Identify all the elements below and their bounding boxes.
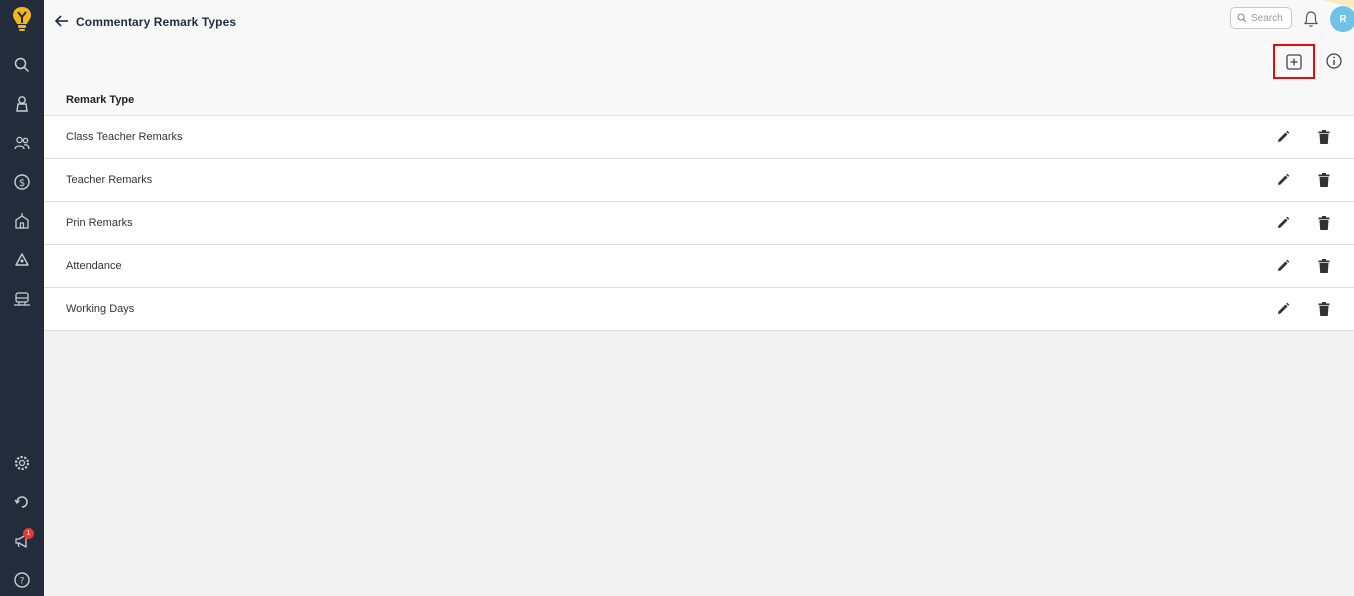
search-input[interactable] bbox=[1251, 12, 1291, 24]
dollar-icon[interactable]: $ bbox=[9, 169, 35, 195]
svg-text:$: $ bbox=[19, 178, 25, 189]
edit-pencil-icon[interactable] bbox=[1275, 258, 1291, 274]
help-icon[interactable]: ? bbox=[9, 567, 35, 593]
remark-type-label: Teacher Remarks bbox=[66, 174, 153, 186]
bell-icon[interactable] bbox=[1303, 10, 1319, 28]
page-title: Commentary Remark Types bbox=[76, 15, 237, 29]
svg-text:?: ? bbox=[20, 577, 25, 587]
search-box[interactable] bbox=[1230, 7, 1292, 29]
delete-trash-icon[interactable] bbox=[1317, 172, 1331, 188]
notification-badge: 1 bbox=[23, 528, 34, 539]
delete-trash-icon[interactable] bbox=[1317, 258, 1331, 274]
remark-type-label: Prin Remarks bbox=[66, 217, 133, 229]
remark-types-table: Remark Type Class Teacher Remarks Teache… bbox=[44, 84, 1354, 331]
recycle-icon[interactable] bbox=[9, 247, 35, 273]
column-header-remark-type: Remark Type bbox=[44, 84, 1354, 116]
search-icon bbox=[1237, 13, 1247, 23]
top-header: Commentary Remark Types R bbox=[44, 0, 1354, 44]
people-icon[interactable] bbox=[9, 130, 35, 156]
sidebar: $ 1 ? bbox=[0, 0, 44, 596]
transport-icon[interactable] bbox=[9, 286, 35, 312]
sidebar-search-icon[interactable] bbox=[9, 52, 35, 78]
toolbar bbox=[44, 44, 1354, 84]
edit-pencil-icon[interactable] bbox=[1275, 215, 1291, 231]
remark-type-label: Class Teacher Remarks bbox=[66, 131, 183, 143]
delete-trash-icon[interactable] bbox=[1317, 129, 1331, 145]
edit-pencil-icon[interactable] bbox=[1275, 129, 1291, 145]
megaphone-icon[interactable]: 1 bbox=[9, 528, 35, 554]
add-square-icon bbox=[1286, 53, 1302, 70]
remark-type-label: Working Days bbox=[66, 303, 135, 315]
refresh-icon[interactable] bbox=[9, 489, 35, 515]
delete-trash-icon[interactable] bbox=[1317, 301, 1331, 317]
table-row[interactable]: Class Teacher Remarks bbox=[44, 116, 1354, 159]
remark-type-label: Attendance bbox=[66, 260, 122, 272]
add-button[interactable] bbox=[1273, 44, 1315, 79]
delete-trash-icon[interactable] bbox=[1317, 215, 1331, 231]
table-row[interactable]: Teacher Remarks bbox=[44, 159, 1354, 202]
info-icon[interactable] bbox=[1325, 52, 1343, 70]
edit-pencil-icon[interactable] bbox=[1275, 301, 1291, 317]
table-row[interactable]: Prin Remarks bbox=[44, 202, 1354, 245]
table-row[interactable]: Attendance bbox=[44, 245, 1354, 288]
student-icon[interactable] bbox=[9, 91, 35, 117]
corner-decoration bbox=[1322, 0, 1354, 8]
gear-icon[interactable] bbox=[9, 450, 35, 476]
app-logo-icon[interactable] bbox=[9, 4, 35, 34]
school-icon[interactable] bbox=[9, 208, 35, 234]
edit-pencil-icon[interactable] bbox=[1275, 172, 1291, 188]
back-arrow-icon[interactable] bbox=[54, 13, 70, 29]
table-row[interactable]: Working Days bbox=[44, 288, 1354, 331]
